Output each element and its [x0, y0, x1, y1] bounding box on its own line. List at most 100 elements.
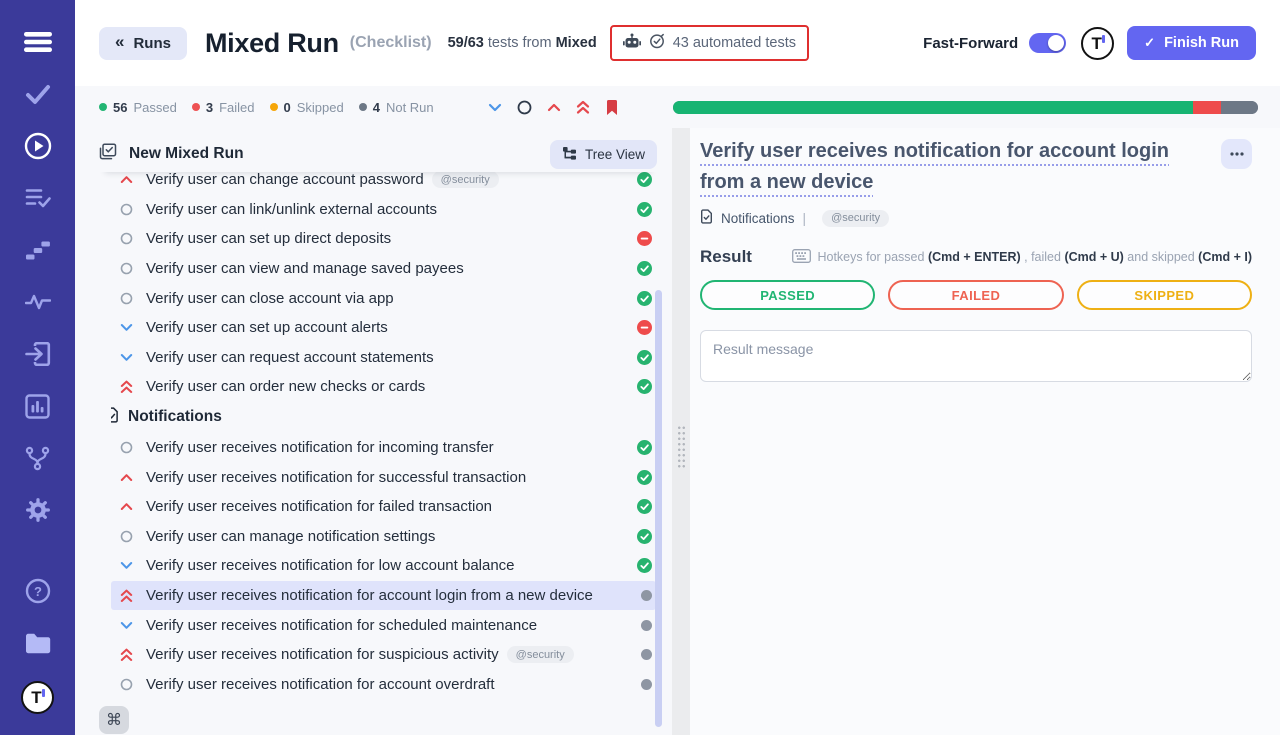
toggle-knob — [1048, 35, 1064, 51]
bookmark-icon[interactable] — [605, 99, 619, 116]
section-header[interactable]: Notifications — [111, 402, 656, 433]
finish-run-button[interactable]: ✓ Finish Run — [1127, 26, 1256, 60]
hotkeys-text: Hotkeys for passed (Cmd + ENTER) , faile… — [817, 250, 1252, 264]
play-circle-icon[interactable] — [0, 120, 75, 172]
content-area: New Mixed Run Tree View Verify user can … — [75, 128, 1280, 735]
test-row[interactable]: Verify user receives notification for ac… — [111, 670, 656, 700]
finish-run-label: Finish Run — [1164, 35, 1239, 51]
priority-none-icon — [119, 262, 133, 275]
failed-button[interactable]: FAILED — [888, 280, 1063, 310]
main-area: « Runs Mixed Run (Checklist) 59/63 tests… — [75, 0, 1280, 735]
page-file-icon — [111, 407, 119, 428]
status-passed-icon — [637, 440, 652, 455]
status-passed-icon — [637, 350, 652, 365]
fast-forward-label: Fast-Forward — [923, 35, 1018, 52]
test-row[interactable]: Verify user receives notification for sc… — [111, 610, 656, 640]
steps-icon[interactable] — [0, 224, 75, 276]
runs-back-button[interactable]: « Runs — [99, 27, 187, 60]
breadcrumb-suite[interactable]: Notifications — [721, 211, 795, 226]
chevron-up-icon[interactable] — [547, 103, 561, 112]
test-row-label: Verify user receives notification for su… — [146, 469, 526, 486]
priority-high-icon — [119, 473, 133, 482]
page-title: Mixed Run — [205, 28, 339, 59]
automated-tests-badge[interactable]: 43 automated tests — [610, 25, 809, 61]
test-row[interactable]: Verify user receives notification for fa… — [111, 492, 656, 522]
test-row[interactable]: Verify user receives notification for lo… — [111, 551, 656, 581]
test-list: Verify user can change account password@… — [111, 172, 656, 735]
test-row[interactable]: Verify user can request account statemen… — [111, 343, 656, 373]
ellipsis-icon — [1230, 152, 1244, 156]
test-detail-panel: Verify user receives notification for ac… — [690, 128, 1280, 735]
failed-dot — [192, 103, 200, 111]
test-row[interactable]: Verify user can set up account alerts — [111, 313, 656, 343]
runs-back-label: Runs — [133, 35, 171, 52]
breadcrumb: Notifications | @security — [700, 209, 1252, 227]
chevron-down-icon[interactable] — [488, 103, 502, 112]
test-list-panel: New Mixed Run Tree View Verify user can … — [75, 128, 672, 735]
priority-low-icon — [119, 621, 133, 630]
sidebar-logo[interactable]: T — [0, 669, 75, 725]
test-row[interactable]: Verify user can view and manage saved pa… — [111, 254, 656, 284]
test-row-label: Verify user can set up account alerts — [146, 319, 388, 336]
circle-icon[interactable] — [517, 100, 532, 115]
passed-dot — [99, 103, 107, 111]
activity-icon[interactable] — [0, 276, 75, 328]
test-row-label: Verify user can set up direct deposits — [146, 230, 391, 247]
tag-badge: @security — [822, 210, 889, 227]
tree-view-button[interactable]: Tree View — [550, 140, 657, 169]
test-row[interactable]: Verify user receives notification for in… — [111, 433, 656, 463]
brand-logo-icon[interactable]: T — [1081, 27, 1114, 60]
result-message-input[interactable] — [700, 330, 1252, 382]
test-row[interactable]: Verify user can change account password@… — [111, 172, 656, 195]
status-failed-icon — [637, 320, 652, 335]
priority-none-icon — [119, 292, 133, 305]
passed-button[interactable]: PASSED — [700, 280, 875, 310]
help-icon[interactable]: ? — [0, 565, 75, 617]
tag-badge: @security — [432, 172, 499, 188]
test-title[interactable]: Verify user receives notification for ac… — [700, 136, 1208, 198]
test-row[interactable]: Verify user can set up direct deposits — [111, 224, 656, 254]
priority-high-icon — [119, 502, 133, 511]
priority-highest-icon — [119, 589, 133, 603]
skipped-dot — [270, 103, 278, 111]
double-chevron-up-icon[interactable] — [576, 100, 590, 115]
svg-text:?: ? — [34, 584, 42, 599]
fast-forward-toggle[interactable] — [1029, 33, 1066, 53]
test-row[interactable]: Verify user can close account via app — [111, 283, 656, 313]
status-notrun-icon — [641, 590, 652, 601]
robot-icon — [623, 33, 641, 53]
tree-icon — [562, 146, 577, 163]
test-row[interactable]: Verify user can link/unlink external acc… — [111, 195, 656, 225]
status-passed-icon — [637, 261, 652, 276]
list-scrollbar[interactable] — [655, 290, 662, 727]
skipped-button[interactable]: SKIPPED — [1077, 280, 1252, 310]
more-button[interactable] — [1221, 139, 1252, 169]
test-row[interactable]: Verify user can order new checks or card… — [111, 372, 656, 402]
list-check-icon[interactable] — [0, 172, 75, 224]
test-row[interactable]: Verify user can manage notification sett… — [111, 522, 656, 552]
folder-icon[interactable] — [0, 617, 75, 669]
bar-chart-icon[interactable] — [0, 380, 75, 432]
priority-none-icon — [119, 678, 133, 691]
status-notrun-icon — [641, 620, 652, 631]
legend-skipped: 0Skipped — [270, 100, 344, 115]
resizer-grip-icon — [677, 425, 686, 469]
test-row[interactable]: Verify user receives notification for ac… — [111, 581, 656, 611]
notrun-dot — [359, 103, 367, 111]
test-row[interactable]: Verify user receives notification for su… — [111, 462, 656, 492]
gear-icon[interactable] — [0, 484, 75, 536]
menu-icon[interactable] — [0, 16, 75, 68]
panel-resizer[interactable] — [672, 128, 690, 735]
signin-icon[interactable] — [0, 328, 75, 380]
test-row[interactable]: Verify user receives notification for su… — [111, 640, 656, 670]
command-shortcut-button[interactable]: ⌘ — [99, 706, 129, 734]
priority-high-icon — [119, 175, 133, 184]
priority-none-icon — [119, 203, 133, 216]
result-buttons: PASSED FAILED SKIPPED — [700, 280, 1252, 310]
status-passed-icon — [637, 291, 652, 306]
branch-icon[interactable] — [0, 432, 75, 484]
test-count: 59/63 tests from Mixed — [448, 35, 597, 51]
page-file-icon — [700, 209, 713, 227]
priority-filters — [488, 99, 619, 116]
check-icon[interactable] — [0, 68, 75, 120]
